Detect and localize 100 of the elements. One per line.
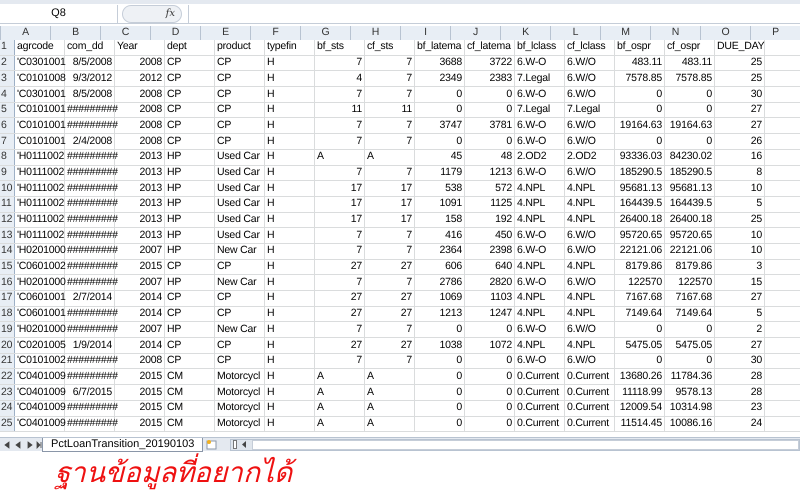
table-cell-text: CP: [167, 70, 182, 86]
row-header[interactable]: 21: [0, 354, 15, 368]
table-cell-text: 0: [456, 353, 462, 368]
function-button[interactable]: fx: [122, 4, 182, 22]
column-header[interactable]: G: [301, 26, 351, 40]
column-header[interactable]: A: [1, 26, 51, 40]
column-header[interactable]: I: [401, 26, 451, 40]
table-cell-text: 6/7/2015: [72, 384, 112, 400]
table-cell-text: H: [267, 86, 274, 102]
name-box[interactable]: Q8: [0, 4, 118, 22]
table-cell-text: CP: [167, 102, 182, 118]
table-cell-text: Used Car: [217, 228, 260, 243]
column-header[interactable]: P: [751, 26, 800, 40]
row-header[interactable]: 23: [0, 385, 15, 400]
row-header[interactable]: 1: [0, 40, 15, 55]
column-header[interactable]: L: [551, 26, 601, 40]
row-header[interactable]: 15: [0, 260, 15, 274]
row-header[interactable]: 7: [0, 134, 15, 149]
table-cell-text: 8179.86: [675, 259, 712, 274]
table-cell-text: H: [267, 228, 274, 243]
table-cell-text: New Car: [217, 322, 256, 337]
table-cell-text: 0.Current: [567, 400, 609, 416]
table-cell-text: 25: [750, 55, 762, 70]
table-cell-text: 185290.5: [670, 164, 712, 180]
table-cell-text: 2013: [139, 228, 162, 243]
table-cell-text: H: [267, 353, 274, 368]
table-cell-text: 27: [350, 259, 362, 274]
row-header[interactable]: 18: [0, 306, 15, 322]
column-header[interactable]: M: [601, 26, 651, 40]
row-header[interactable]: 3: [0, 71, 15, 86]
table-cell-text: 7: [356, 353, 362, 368]
column-header[interactable]: E: [201, 26, 251, 40]
row-header[interactable]: 24: [0, 400, 15, 416]
column-header[interactable]: F: [251, 26, 301, 40]
table-cell-text: 7149.64: [675, 306, 712, 322]
column-header[interactable]: N: [651, 26, 701, 40]
row-header[interactable]: 6: [0, 118, 15, 134]
table-cell-text: A: [367, 149, 374, 164]
table-cell-text: 10: [750, 243, 762, 258]
table-cell-text: 'H0111002: [17, 149, 64, 164]
row-header[interactable]: 8: [0, 150, 15, 164]
table-cell-text: 6.W/O: [567, 243, 596, 258]
row-header[interactable]: 19: [0, 322, 15, 338]
table-cell-text: 'H0111002: [17, 164, 64, 180]
table-cell-text: H: [267, 134, 274, 149]
table-cell-text: 8: [756, 164, 762, 180]
row-header[interactable]: 25: [0, 416, 15, 432]
table-cell-text: 7: [356, 86, 362, 102]
table-cell-text: 26400.18: [620, 212, 662, 228]
row-header[interactable]: 12: [0, 212, 15, 228]
table-cell-text: 7: [356, 243, 362, 258]
table-cell-text: 3: [756, 259, 762, 274]
table-cell-text: 4.NPL: [567, 338, 596, 353]
scroll-left-icon[interactable]: [240, 440, 248, 450]
sheet-tab[interactable]: PctLoanTransition_20190103: [42, 438, 204, 452]
table-cell-text: 2014: [139, 290, 162, 306]
new-sheet-icon[interactable]: [205, 439, 220, 450]
column-header[interactable]: J: [451, 26, 501, 40]
table-cell-text: 2015: [139, 259, 162, 274]
row-header[interactable]: 5: [0, 102, 15, 118]
column-header[interactable]: C: [101, 26, 151, 40]
column-header[interactable]: K: [501, 26, 551, 40]
row-header[interactable]: 13: [0, 228, 15, 243]
row-header[interactable]: 22: [0, 369, 15, 384]
table-cell-text: 6.W/O: [567, 118, 596, 133]
row-header[interactable]: 20: [0, 338, 15, 353]
column-header[interactable]: O: [701, 26, 751, 40]
table-cell-text: A: [367, 416, 374, 431]
row-header[interactable]: 14: [0, 244, 15, 259]
table-cell-text: CP: [167, 306, 182, 322]
table-cell-text: H: [267, 118, 274, 133]
row-header[interactable]: 9: [0, 166, 15, 180]
table-cell-text: #########: [67, 118, 118, 133]
table-cell-text: 17: [350, 180, 362, 196]
column-header[interactable]: D: [151, 26, 201, 40]
row-header[interactable]: 11: [0, 196, 15, 212]
table-cell-text: 2398: [489, 243, 512, 258]
table-cell-text: 450: [495, 228, 512, 243]
table-cell-text: #########: [67, 149, 118, 164]
table-cell-text: 'H0111002: [17, 228, 64, 243]
table-cell-text: 6.W-O: [517, 274, 546, 290]
table-cell-text: 11514.45: [620, 416, 662, 431]
row-header[interactable]: 2: [0, 56, 15, 70]
column-header[interactable]: H: [351, 26, 401, 40]
table-cell-text: 'C0101001: [17, 134, 66, 149]
table-cell-text: 25: [750, 212, 762, 228]
column-header[interactable]: B: [51, 26, 101, 40]
row-header[interactable]: 4: [0, 87, 15, 102]
table-cell-text: CM: [167, 416, 183, 431]
table-cell-text: A: [317, 416, 324, 431]
table-cell-text: Used Car: [217, 164, 260, 180]
sheet-nav-arrows-icon[interactable]: [2, 440, 42, 450]
table-cell-text: 6.W/O: [567, 274, 596, 290]
row-header[interactable]: 16: [0, 275, 15, 290]
table-cell-text: 'H0111002: [17, 196, 64, 212]
row-header[interactable]: 17: [0, 291, 15, 306]
row-header[interactable]: 10: [0, 181, 15, 196]
table-cell-text: H: [267, 149, 274, 164]
table-cell-text: 22121.06: [620, 243, 662, 258]
table-cell-text: 26400.18: [670, 212, 712, 228]
